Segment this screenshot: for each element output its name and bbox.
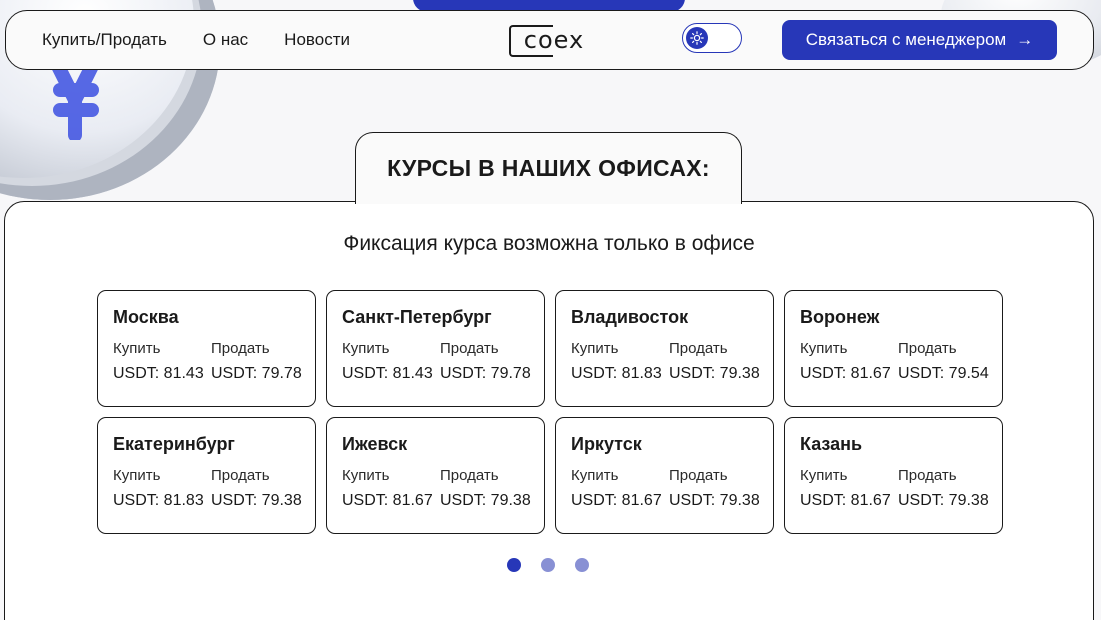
logo[interactable]: coex: [509, 23, 591, 57]
office-card[interactable]: Владивосток Купить Продать USDT: 81.83 U…: [555, 290, 774, 407]
buy-rate: USDT: 81.43: [113, 365, 204, 382]
sell-label: Продать: [211, 467, 270, 484]
sell-rate: USDT: 79.38: [669, 492, 760, 509]
office-card[interactable]: Иркутск Купить Продать USDT: 81.67 USDT:…: [555, 417, 774, 534]
buy-label: Купить: [113, 340, 161, 357]
main-nav: Купить/Продать О нас Новости: [42, 30, 386, 50]
city-name: Воронеж: [800, 307, 880, 327]
rates: Купить Продать USDT: 81.43 USDT: 79.78: [113, 340, 302, 383]
sell-rate: USDT: 79.38: [669, 365, 760, 382]
sun-icon: [690, 31, 704, 45]
sell-rate: USDT: 79.38: [898, 492, 989, 509]
buy-label: Купить: [342, 340, 390, 357]
city-name: Санкт-Петербург: [342, 307, 492, 327]
buy-rate: USDT: 81.67: [800, 492, 891, 509]
buy-label: Купить: [342, 467, 390, 484]
city-name: Ижевск: [342, 434, 408, 454]
rates: Купить Продать USDT: 81.67 USDT: 79.38: [342, 467, 531, 510]
contact-manager-button[interactable]: Связаться с менеджером →: [782, 20, 1057, 60]
buy-label: Купить: [800, 340, 848, 357]
sell-label: Продать: [898, 467, 957, 484]
buy-rate: USDT: 81.67: [800, 365, 891, 382]
office-card[interactable]: Москва Купить Продать USDT: 81.43 USDT: …: [97, 290, 316, 407]
nav-buy-sell[interactable]: Купить/Продать: [42, 30, 167, 50]
office-card[interactable]: Казань Купить Продать USDT: 81.67 USDT: …: [784, 417, 1003, 534]
rates: Купить Продать USDT: 81.67 USDT: 79.38: [800, 467, 989, 510]
sell-label: Продать: [669, 340, 728, 357]
office-card[interactable]: Санкт-Петербург Купить Продать USDT: 81.…: [326, 290, 545, 407]
pagination-dot[interactable]: [541, 558, 555, 572]
sell-label: Продать: [669, 467, 728, 484]
pagination-dot[interactable]: [575, 558, 589, 572]
rates: Купить Продать USDT: 81.67 USDT: 79.54: [800, 340, 989, 383]
rates: Купить Продать USDT: 81.83 USDT: 79.38: [113, 467, 302, 510]
pagination-dots: [507, 558, 589, 572]
city-name: Владивосток: [571, 307, 689, 327]
office-cards-grid: Москва Купить Продать USDT: 81.43 USDT: …: [97, 290, 1003, 534]
sell-label: Продать: [440, 467, 499, 484]
page: Купить/Продать О нас Новости coex Связат…: [0, 0, 1101, 620]
rates: Купить Продать USDT: 81.67 USDT: 79.38: [571, 467, 760, 510]
pagination-dot[interactable]: [507, 558, 521, 572]
city-name: Москва: [113, 307, 179, 327]
buy-label: Купить: [571, 340, 619, 357]
rates-panel: Фиксация курса возможна только в офисе М…: [4, 201, 1094, 620]
office-card[interactable]: Ижевск Купить Продать USDT: 81.67 USDT: …: [326, 417, 545, 534]
buy-rate: USDT: 81.67: [571, 492, 662, 509]
rates: Купить Продать USDT: 81.43 USDT: 79.78: [342, 340, 531, 383]
city-name: Екатеринбург: [113, 434, 235, 454]
office-card[interactable]: Воронеж Купить Продать USDT: 81.67 USDT:…: [784, 290, 1003, 407]
sell-rate: USDT: 79.78: [211, 365, 302, 382]
toggle-knob: [686, 27, 708, 49]
buy-rate: USDT: 81.83: [571, 365, 662, 382]
buy-rate: USDT: 81.67: [342, 492, 433, 509]
arrow-right-icon: →: [1016, 30, 1034, 49]
section-title: КУРСЫ В НАШИХ ОФИСАХ:: [387, 155, 710, 181]
sell-rate: USDT: 79.78: [440, 365, 531, 382]
sell-rate: USDT: 79.38: [440, 492, 531, 509]
sell-rate: USDT: 79.38: [211, 492, 302, 509]
buy-rate: USDT: 81.83: [113, 492, 204, 509]
buy-label: Купить: [571, 467, 619, 484]
nav-news[interactable]: Новости: [284, 30, 350, 50]
logo-text: coex: [523, 26, 585, 54]
rates: Купить Продать USDT: 81.83 USDT: 79.38: [571, 340, 760, 383]
sell-label: Продать: [211, 340, 270, 357]
nav-about[interactable]: О нас: [203, 30, 248, 50]
office-card[interactable]: Екатеринбург Купить Продать USDT: 81.83 …: [97, 417, 316, 534]
section-subtitle: Фиксация курса возможна только в офисе: [343, 232, 755, 255]
theme-toggle[interactable]: [682, 23, 742, 53]
section-heading-tab: КУРСЫ В НАШИХ ОФИСАХ:: [355, 132, 742, 204]
sell-label: Продать: [898, 340, 957, 357]
buy-label: Купить: [113, 467, 161, 484]
city-name: Иркутск: [571, 434, 642, 454]
contact-button-label: Связаться с менеджером: [805, 30, 1007, 49]
city-name: Казань: [800, 434, 863, 454]
buy-rate: USDT: 81.43: [342, 365, 433, 382]
buy-label: Купить: [800, 467, 848, 484]
sell-rate: USDT: 79.54: [898, 365, 989, 382]
sell-label: Продать: [440, 340, 499, 357]
site-header: Купить/Продать О нас Новости coex Связат…: [5, 10, 1094, 70]
